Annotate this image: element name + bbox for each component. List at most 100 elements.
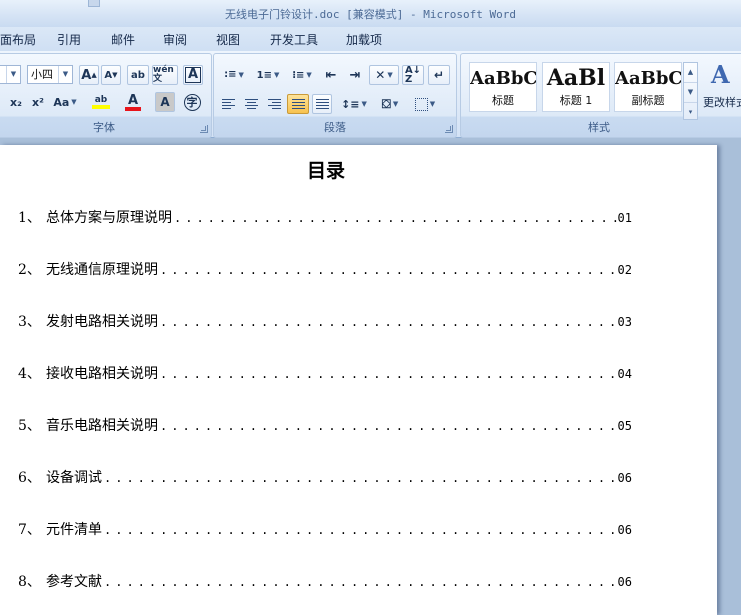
toc-dot-leader: ........................................…	[160, 367, 618, 381]
style-subtitle-name: 副标题	[631, 94, 665, 107]
bullet-list-icon: :≡	[224, 69, 237, 80]
multilevel-list-button[interactable]: ⁝≡ ▼	[286, 65, 318, 85]
toc-entry-number: 5、	[18, 418, 41, 434]
chinese-layout-icon: ✕	[375, 68, 386, 82]
character-border-button[interactable]: A	[183, 65, 203, 85]
style-heading-1[interactable]: AaBl 标题 1	[542, 62, 610, 112]
align-left-button[interactable]	[218, 94, 238, 114]
style-heading-1-preview: AaBl	[546, 65, 606, 91]
phonetic-guide-button[interactable]: wén 文	[152, 65, 178, 85]
toc-dot-leader: ........................................…	[160, 419, 618, 433]
shrink-font-button[interactable]: A ▼	[101, 65, 121, 85]
enclose-characters-button[interactable]: 字	[181, 92, 203, 112]
bullets-button[interactable]: :≡ ▼	[218, 65, 250, 85]
font-color-button[interactable]: A	[118, 92, 148, 112]
character-border-icon: A	[184, 67, 202, 83]
distributed-icon	[315, 99, 329, 109]
change-case-button[interactable]: Aa ▼	[51, 92, 79, 112]
toc-dot-leader: ........................................…	[174, 211, 618, 225]
align-right-icon	[267, 99, 281, 109]
sort-button[interactable]: A↓ Z	[402, 65, 424, 85]
toc-page-number: 06	[617, 575, 632, 589]
window-title: 无线电子门铃设计.doc [兼容模式] - Microsoft Word	[225, 8, 516, 21]
increase-indent-icon: ⇥	[349, 67, 361, 83]
align-center-icon	[244, 99, 258, 109]
show-formatting-marks-button[interactable]: ↵	[428, 65, 450, 85]
superscript-button[interactable]: x²	[29, 92, 47, 112]
shading-button[interactable]: ⛋ ▼	[374, 94, 406, 114]
change-case-icon: Aa	[53, 95, 70, 109]
numbering-button[interactable]: 1≡ ▼	[252, 65, 284, 85]
borders-button[interactable]: ▼	[409, 94, 441, 114]
shrink-font-icon: A	[104, 69, 113, 81]
toc-entry[interactable]: 8、 参考文献..................................…	[18, 571, 632, 591]
increase-indent-button[interactable]: ⇥	[344, 65, 366, 85]
tab-review[interactable]: 审阅	[163, 31, 187, 48]
toc-entry-number: 7、	[18, 522, 41, 538]
font-name-dropdown-icon[interactable]: ▼	[6, 66, 20, 83]
subscript-button[interactable]: x₂	[7, 92, 25, 112]
font-color-icon: A	[127, 92, 139, 108]
toc-entry[interactable]: 7、 元件清单..................................…	[18, 519, 632, 539]
title-bar: 无线电子门铃设计.doc [兼容模式] - Microsoft Word	[0, 0, 741, 28]
toc-page-number: 02	[617, 263, 632, 277]
line-spacing-icon: ↕≡	[341, 97, 360, 111]
toc-page-number: 06	[617, 471, 632, 485]
chinese-layout-button[interactable]: ✕ ▼	[369, 65, 399, 85]
toc-page-number: 05	[617, 419, 632, 433]
toc-entry[interactable]: 4、 接收电路相关说明..............................…	[18, 363, 632, 383]
paragraph-group: :≡ ▼ 1≡ ▼ ⁝≡ ▼ ⇤ ⇥ ✕ ▼ A↓ Z ↵ ↕≡ ▼ ⛋ ▼ ▼…	[213, 53, 457, 138]
toc-entry-text: 接收电路相关说明	[46, 366, 158, 382]
distributed-button[interactable]	[312, 94, 332, 114]
document-area: 目录 1、 总体方案与原理说明..........................…	[0, 138, 741, 615]
tab-page-layout[interactable]: 页面布局	[0, 31, 36, 48]
gallery-down-icon[interactable]: ▼	[684, 83, 697, 103]
style-subtitle-preview: AaBbC	[615, 68, 681, 89]
toc-dot-leader: ........................................…	[160, 263, 618, 277]
font-name-combo[interactable]: ▼	[0, 65, 21, 84]
enclose-characters-icon: 字	[183, 93, 201, 111]
toc-entry[interactable]: 5、 音乐电路相关说明..............................…	[18, 415, 632, 435]
numbered-list-icon: 1≡	[256, 69, 272, 81]
toc-entry-text: 设备调试	[46, 470, 102, 486]
align-center-button[interactable]	[241, 94, 261, 114]
font-size-dropdown-icon[interactable]: ▼	[58, 66, 72, 83]
font-size-combo[interactable]: 小四 ▼	[27, 65, 73, 84]
tab-developer[interactable]: 开发工具	[270, 31, 318, 48]
style-subtitle[interactable]: AaBbC 副标题	[614, 62, 682, 112]
line-spacing-button[interactable]: ↕≡ ▼	[338, 94, 370, 114]
toc-dot-leader: ........................................…	[104, 471, 618, 485]
gallery-up-icon[interactable]: ▲	[684, 63, 697, 83]
toc-page-number: 04	[617, 367, 632, 381]
styles-group-label: 样式	[588, 121, 610, 134]
tab-view[interactable]: 视图	[216, 31, 240, 48]
font-dialog-launcher-icon[interactable]	[200, 125, 208, 133]
highlighter-icon: ab	[94, 95, 108, 105]
highlight-button[interactable]: ab	[85, 92, 117, 112]
toc-entry[interactable]: 6、 设备调试..................................…	[18, 467, 632, 487]
character-shading-button[interactable]: A	[155, 92, 175, 112]
decrease-indent-button[interactable]: ⇤	[320, 65, 342, 85]
tab-add-ins[interactable]: 加载项	[346, 31, 382, 48]
justify-button[interactable]	[287, 94, 309, 114]
toc-entry[interactable]: 1、 总体方案与原理说明.............................…	[18, 207, 632, 227]
style-heading-1-name: 标题 1	[559, 94, 593, 107]
change-styles-button[interactable]: A 更改样式	[701, 58, 741, 116]
styles-gallery-scroll[interactable]: ▲ ▼ ▾	[683, 62, 698, 120]
align-right-button[interactable]	[264, 94, 284, 114]
tab-mailings[interactable]: 邮件	[111, 31, 135, 48]
decrease-indent-icon: ⇤	[325, 67, 337, 83]
toc-entry[interactable]: 2、 无线通信原理说明..............................…	[18, 259, 632, 279]
clear-formatting-button[interactable]: ab	[127, 65, 149, 85]
toc-entry[interactable]: 3、 发射电路相关说明..............................…	[18, 311, 632, 331]
tab-references[interactable]: 引用	[57, 31, 81, 48]
toc-dot-leader: ........................................…	[104, 575, 618, 589]
toc-entry-text: 参考文献	[46, 574, 102, 590]
document-page[interactable]: 目录 1、 总体方案与原理说明..........................…	[0, 145, 717, 615]
style-title-name: 标题	[492, 94, 514, 107]
character-shading-icon: A	[160, 95, 170, 109]
paragraph-dialog-launcher-icon[interactable]	[445, 125, 453, 133]
style-title[interactable]: AaBbC 标题	[469, 62, 537, 112]
grow-font-button[interactable]: A ▲	[79, 65, 99, 85]
toc-entry-number: 8、	[18, 574, 41, 590]
